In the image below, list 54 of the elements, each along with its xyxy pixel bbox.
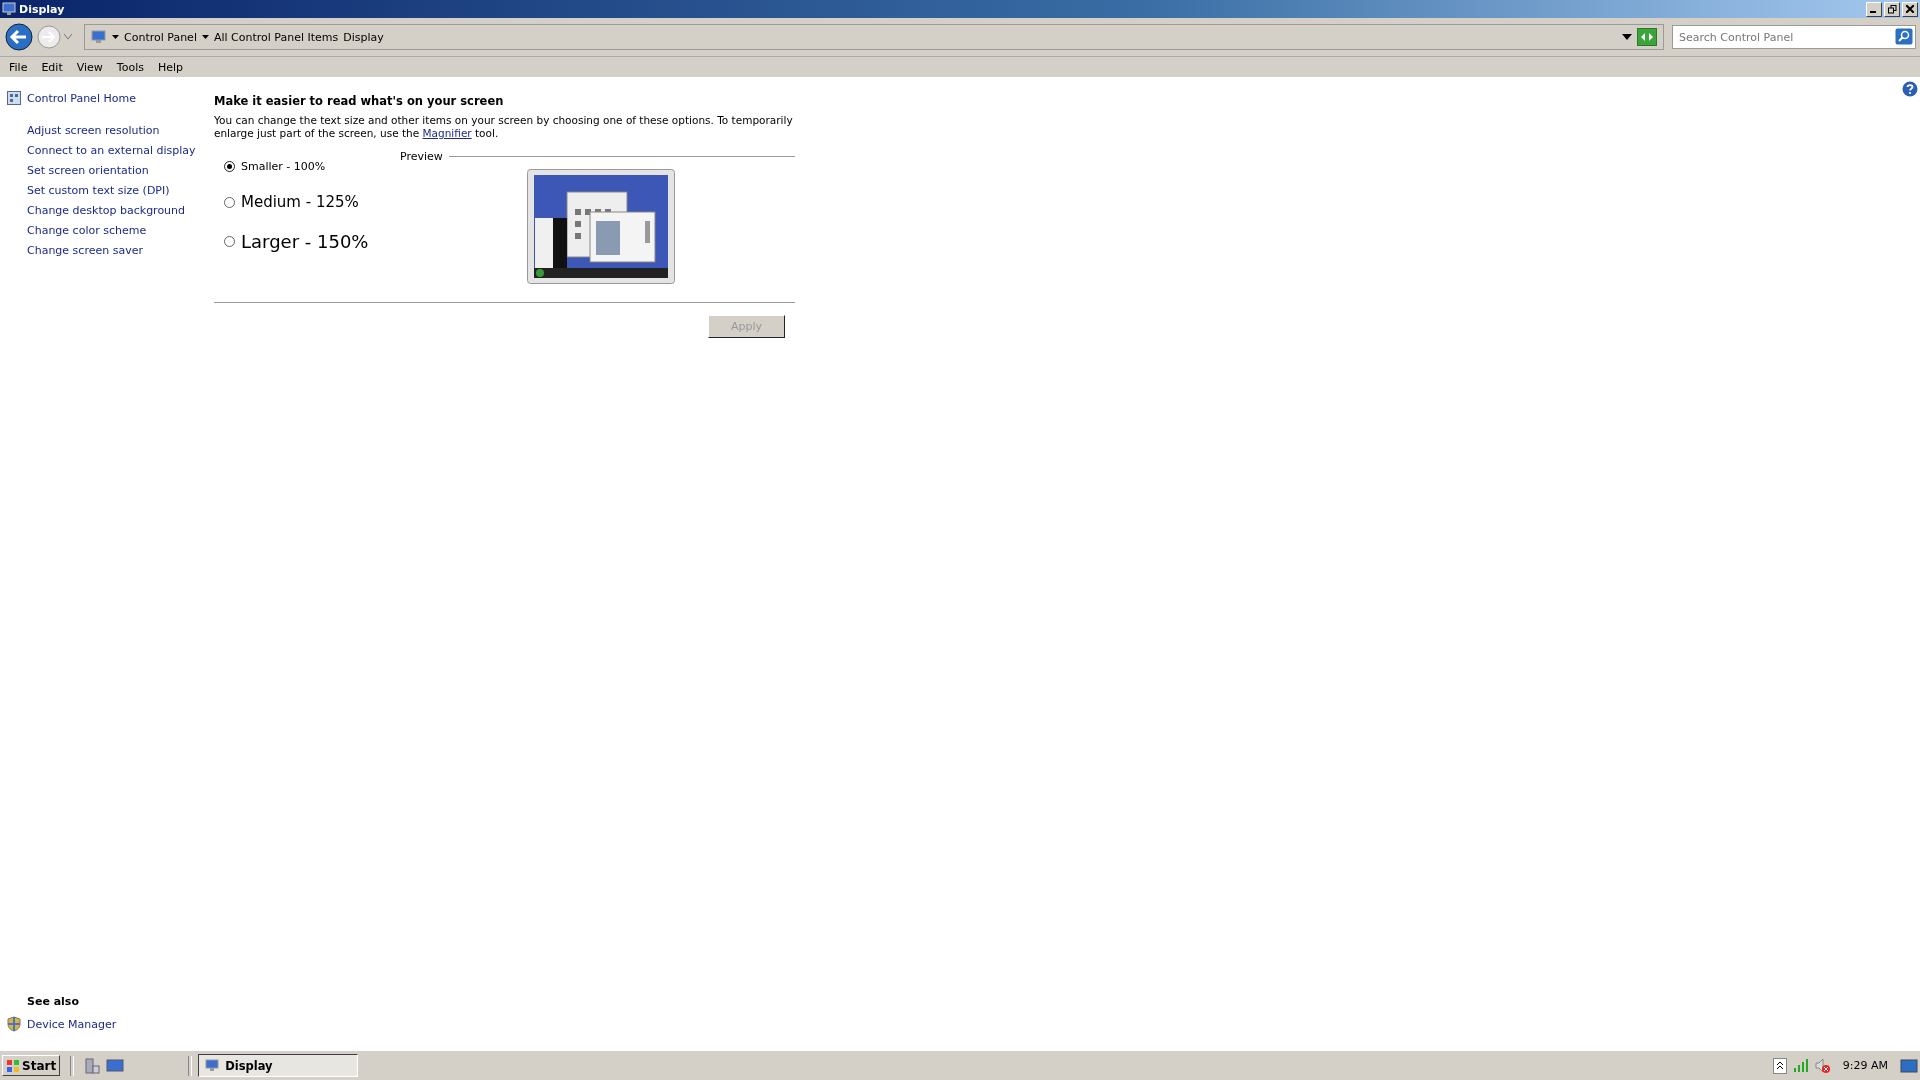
control-panel-home-link[interactable]: Control Panel Home	[27, 91, 136, 105]
monitor-icon	[205, 1059, 220, 1072]
magnifier-link[interactable]: Magnifier	[422, 127, 472, 139]
breadcrumb[interactable]: Display	[343, 30, 384, 44]
sidebar-link[interactable]: Change screen saver	[27, 244, 214, 257]
description-text: You can change the text size and other items on your screen by choosing one of these options. To temporarily enlarge just part of the screen, use the Magnifier tool.	[214, 114, 794, 140]
device-manager-link[interactable]: Device Manager	[27, 1017, 117, 1031]
breadcrumb[interactable]: All Control Panel Items	[213, 30, 339, 44]
restore-icon	[1887, 4, 1897, 14]
monitor-icon	[91, 30, 107, 44]
show-hidden-icons-button[interactable]	[1772, 1057, 1787, 1074]
size-radio-option[interactable]: Larger - 150%	[224, 231, 400, 252]
minimize-button[interactable]	[1866, 1, 1882, 17]
server-manager-icon[interactable]	[84, 1057, 101, 1074]
control-panel-icon	[7, 91, 21, 105]
sidebar-link[interactable]: Change color scheme	[27, 224, 214, 237]
refresh-button[interactable]	[1637, 28, 1657, 46]
start-button[interactable]: Start	[2, 1055, 61, 1076]
back-button[interactable]	[4, 22, 34, 52]
taskbar-window-button[interactable]: Display	[198, 1054, 359, 1077]
breadcrumb[interactable]: Control Panel	[124, 30, 197, 44]
breadcrumb-caret-icon[interactable]	[201, 35, 209, 39]
size-radio-option[interactable]: Medium - 125%	[224, 193, 400, 211]
help-icon[interactable]	[1902, 81, 1918, 97]
show-desktop-button[interactable]	[1900, 1057, 1918, 1074]
history-dropdown-icon[interactable]	[64, 34, 72, 40]
address-bar[interactable]: Control Panel All Control Panel Items Display	[84, 24, 1664, 50]
close-icon	[1906, 5, 1914, 13]
menu-item[interactable]: View	[69, 60, 110, 74]
shield-icon	[7, 1016, 21, 1032]
sidebar-link[interactable]: Adjust screen resolution	[27, 124, 214, 137]
monitor-icon	[2, 2, 16, 16]
menu-item[interactable]: Edit	[34, 60, 70, 74]
see-also-heading: See also	[26, 995, 80, 1008]
desktop-icon[interactable]	[106, 1057, 125, 1074]
breadcrumb-caret-icon[interactable]	[112, 35, 119, 39]
clock[interactable]: 9:29 AM	[1836, 1059, 1894, 1072]
menu-item[interactable]: Help	[150, 60, 191, 74]
menu-item[interactable]: File	[2, 60, 35, 74]
window-title: Display	[19, 2, 65, 16]
sidebar-link[interactable]: Change desktop background	[27, 204, 214, 217]
menu-item[interactable]: Tools	[109, 60, 151, 74]
windows-logo-icon	[6, 1058, 20, 1073]
muted-speaker-icon[interactable]	[1814, 1057, 1831, 1074]
sidebar-link[interactable]: Set custom text size (DPI)	[27, 184, 214, 197]
preview-label: Preview	[400, 150, 443, 163]
sidebar-link[interactable]: Connect to an external display	[27, 144, 214, 157]
close-button[interactable]	[1902, 1, 1918, 17]
size-radio-option[interactable]: Smaller - 100%	[224, 160, 400, 173]
restore-button[interactable]	[1884, 1, 1900, 17]
page-heading: Make it easier to read what's on your screen	[214, 94, 505, 108]
search-field[interactable]: Search Control Panel	[1672, 25, 1916, 49]
sidebar-link[interactable]: Set screen orientation	[27, 164, 214, 177]
dropdown-icon[interactable]	[1622, 34, 1632, 40]
